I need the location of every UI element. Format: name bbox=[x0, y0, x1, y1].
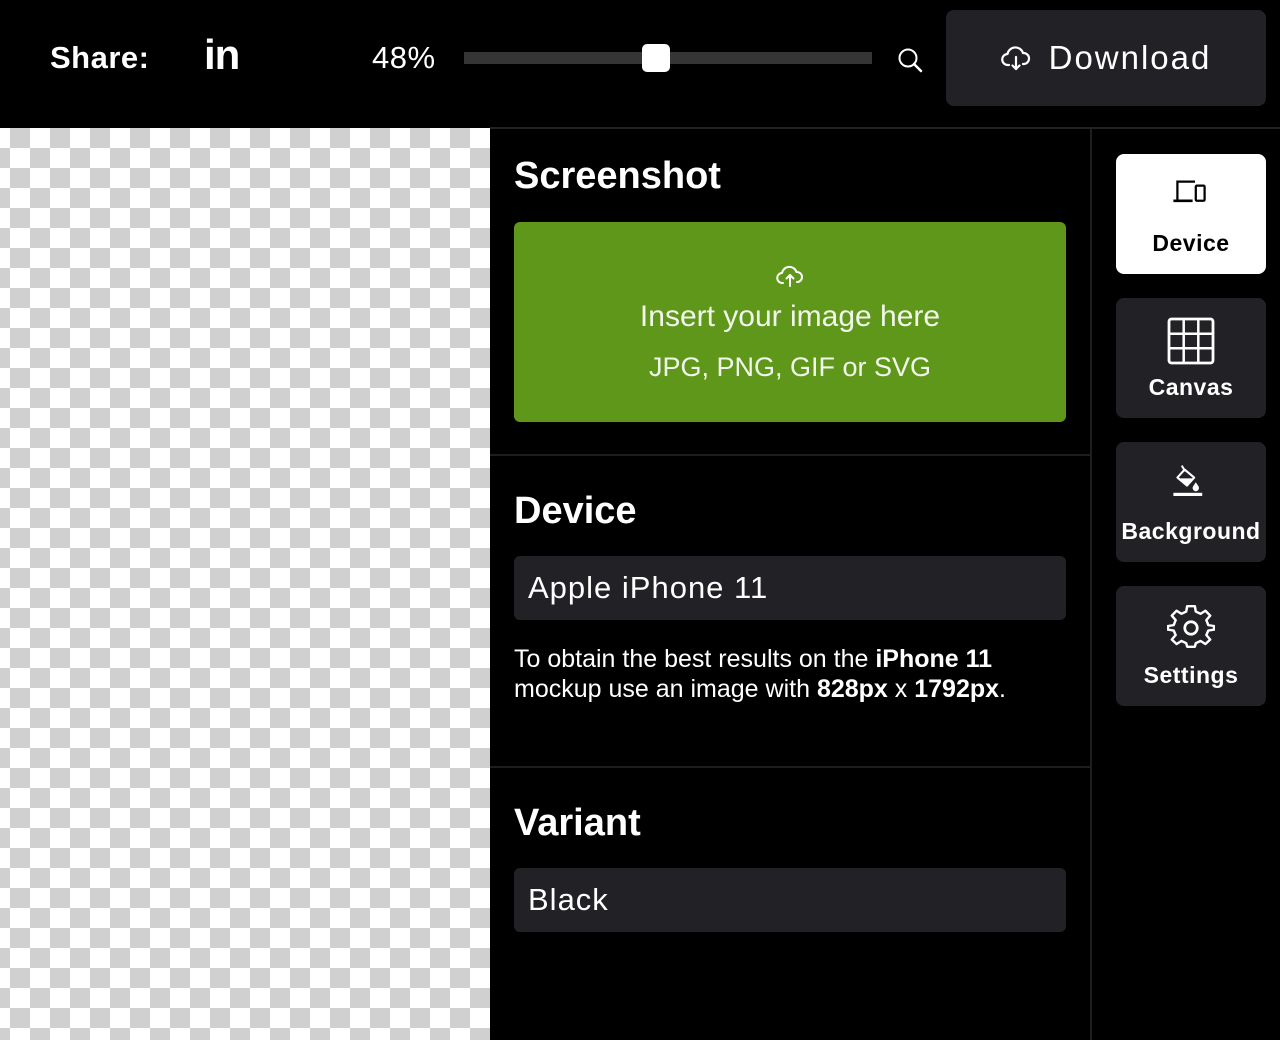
hint-width: 828px bbox=[816, 675, 888, 703]
linkedin-share-icon[interactable]: in bbox=[204, 34, 240, 76]
gear-icon bbox=[1167, 604, 1215, 648]
screenshot-section: Screenshot Insert your image here JPG, P… bbox=[490, 129, 1090, 455]
devices-icon bbox=[1173, 180, 1206, 203]
canvas-preview[interactable] bbox=[0, 128, 490, 1040]
cloud-upload-icon bbox=[776, 265, 804, 287]
tab-canvas[interactable]: Canvas bbox=[1116, 298, 1266, 418]
zoom-slider[interactable] bbox=[464, 44, 872, 74]
hint-text: mockup use an image with bbox=[514, 675, 817, 703]
tab-device-label: Device bbox=[1152, 230, 1230, 256]
variant-select-value: Black bbox=[528, 882, 609, 917]
share-label: Share: bbox=[50, 40, 150, 75]
zoom-slider-thumb[interactable] bbox=[641, 44, 670, 72]
variant-section: Variant Black bbox=[490, 768, 1090, 1040]
paint-bucket-icon bbox=[1173, 465, 1203, 496]
variant-select[interactable]: Black bbox=[514, 868, 1066, 932]
top-bar: Share: in 48% Download bbox=[0, 0, 1280, 128]
hint-height: 1792px bbox=[914, 675, 1000, 703]
dropzone-title: Insert your image here bbox=[639, 300, 941, 333]
tab-device[interactable]: Device bbox=[1116, 154, 1266, 274]
settings-panel: Screenshot Insert your image here JPG, P… bbox=[490, 129, 1090, 1040]
device-title: Device bbox=[514, 490, 637, 532]
hint-text: . bbox=[999, 675, 1006, 703]
hint-text: To obtain the best results on the bbox=[514, 645, 876, 673]
variant-title: Variant bbox=[514, 802, 641, 844]
tab-settings[interactable]: Settings bbox=[1116, 586, 1266, 706]
panel-divider bbox=[1090, 129, 1092, 1040]
hint-device-name: iPhone 11 bbox=[875, 645, 993, 673]
grid-icon bbox=[1167, 317, 1215, 365]
hint-text: x bbox=[887, 675, 915, 703]
dropzone-formats: JPG, PNG, GIF or SVG bbox=[648, 352, 932, 382]
device-hint: To obtain the best results on the iPhone… bbox=[514, 644, 1074, 704]
device-section: Device Apple iPhone 11 To obtain the bes… bbox=[490, 456, 1090, 766]
download-button[interactable]: Download bbox=[946, 10, 1266, 106]
tab-background-label: Background bbox=[1121, 518, 1261, 544]
device-select[interactable]: Apple iPhone 11 bbox=[514, 556, 1066, 620]
download-label: Download bbox=[1048, 39, 1212, 76]
device-select-value: Apple iPhone 11 bbox=[528, 570, 769, 605]
tab-canvas-label: Canvas bbox=[1148, 374, 1234, 400]
image-dropzone[interactable]: Insert your image here JPG, PNG, GIF or … bbox=[514, 222, 1066, 422]
search-icon[interactable] bbox=[896, 46, 924, 74]
tab-settings-label: Settings bbox=[1143, 662, 1239, 688]
zoom-value: 48% bbox=[372, 40, 436, 75]
tab-background[interactable]: Background bbox=[1116, 442, 1266, 562]
cloud-download-icon bbox=[1000, 46, 1030, 71]
screenshot-title: Screenshot bbox=[514, 155, 721, 197]
